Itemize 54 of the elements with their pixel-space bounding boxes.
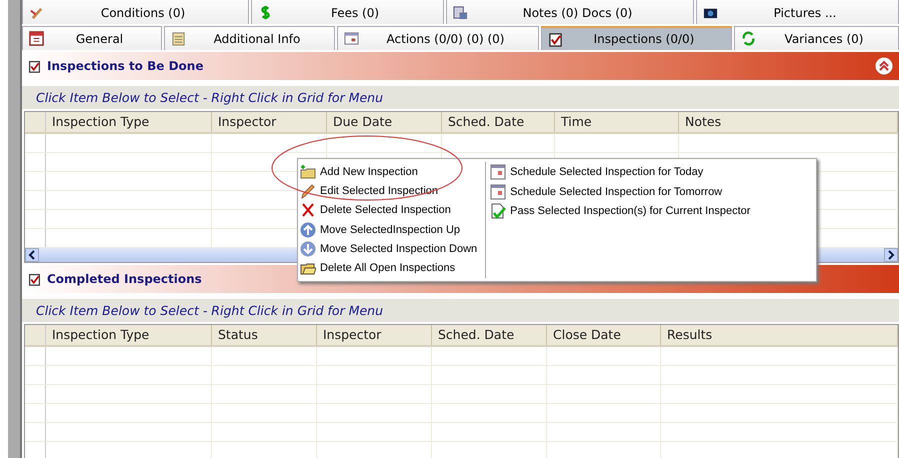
column-header[interactable]: Status — [212, 325, 317, 345]
pencil-icon — [29, 5, 44, 20]
column-header[interactable]: Inspector — [317, 325, 432, 345]
clipboard-icon — [171, 31, 186, 46]
scroll-right-button[interactable] — [884, 248, 898, 262]
folder-plus-icon — [300, 164, 316, 180]
menu-item[interactable]: Move Selected Inspection Down — [300, 239, 478, 259]
menu-item[interactable]: Add New Inspection — [300, 162, 478, 182]
tab[interactable]: Pictures ... — [696, 0, 899, 24]
section-title: Inspections to Be Done — [47, 59, 204, 73]
calendar-icon — [490, 164, 506, 180]
tab[interactable]: Fees (0) — [251, 0, 444, 24]
data-grid[interactable]: Inspection Type Status Inspector Sched. Date Close Date Results — [24, 324, 899, 458]
scroll-left-button[interactable] — [25, 248, 39, 262]
tab[interactable]: Actions (0/0) (0) (0) — [337, 26, 539, 50]
menu-item[interactable]: Schedule Selected Inspection for Today — [490, 162, 750, 182]
column-header[interactable]: Results — [661, 325, 898, 345]
column-header[interactable]: Inspector — [212, 112, 327, 132]
menu-item[interactable]: Pass Selected Inspection(s) for Current Inspector — [490, 202, 750, 222]
collapse-icon[interactable] — [875, 57, 893, 75]
column-header[interactable]: Time — [555, 112, 679, 132]
tab[interactable]: Inspections (0/0) — [541, 26, 732, 50]
column-header[interactable]: Notes — [679, 112, 898, 132]
menu-item[interactable]: Schedule Selected Inspection for Tomorrow — [490, 182, 750, 202]
tab[interactable]: Notes (0) Docs (0) — [446, 0, 694, 24]
arrow-up-icon — [300, 222, 316, 238]
checkbox-icon — [28, 60, 41, 72]
menu-item[interactable]: Delete All Open Inspections — [300, 258, 478, 278]
pencil-icon — [300, 182, 316, 199]
notes-icon — [453, 5, 468, 20]
tab[interactable]: Conditions (0) — [22, 0, 249, 24]
refresh-icon — [741, 31, 756, 46]
column-header[interactable]: Sched. Date — [432, 325, 547, 345]
tab[interactable]: Additional Info — [164, 26, 335, 50]
menu-item[interactable]: Delete Selected Inspection — [300, 200, 478, 220]
menu-item[interactable]: Move SelectedInspection Up — [300, 220, 478, 240]
delete-icon — [300, 202, 316, 218]
window-icon — [344, 31, 359, 46]
checkbox-icon — [548, 32, 563, 46]
column-header[interactable]: Due Date — [327, 112, 442, 132]
column-header[interactable]: Close Date — [547, 325, 661, 345]
tab[interactable]: Variances (0) — [734, 26, 899, 50]
instruction-text: Click Item Below to Select - Right Click in Grid for Menu — [36, 90, 384, 105]
arrow-down-icon — [300, 240, 316, 257]
calendar-icon — [29, 31, 44, 46]
tab[interactable]: General — [22, 26, 162, 50]
column-header[interactable]: Inspection Type — [46, 112, 212, 132]
document-check-icon — [490, 203, 506, 220]
instruction-text: Click Item Below to Select - Right Click in Grid for Menu — [36, 303, 384, 318]
checkbox-icon — [28, 272, 41, 286]
column-header[interactable]: Inspection Type — [46, 325, 212, 345]
section-title: Completed Inspections — [47, 272, 203, 286]
calendar-icon — [490, 184, 506, 200]
column-header[interactable]: Sched. Date — [442, 112, 555, 132]
